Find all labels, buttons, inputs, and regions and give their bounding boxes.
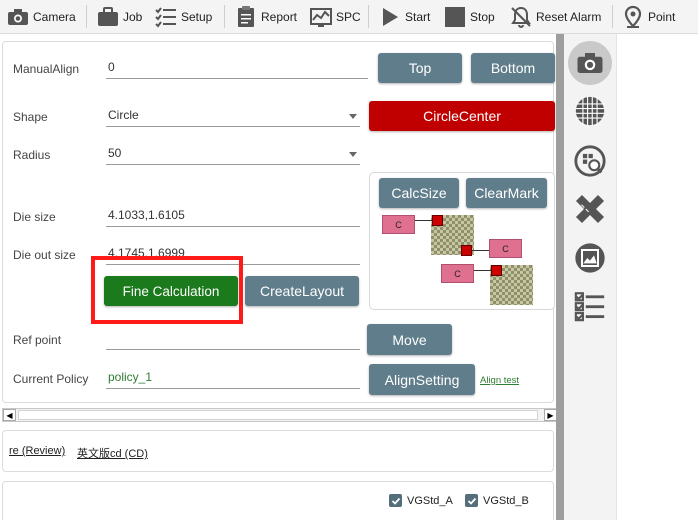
spc-label: SPC — [336, 9, 361, 24]
calc-size-button[interactable]: CalcSize — [379, 178, 459, 208]
align-setting-button[interactable]: AlignSetting — [369, 364, 475, 395]
pin-marker: C — [489, 239, 522, 258]
wafer-grid-icon — [575, 96, 605, 126]
setup-tool[interactable]: Setup — [154, 0, 212, 33]
toolbar-separator — [224, 5, 225, 28]
right-pane — [616, 34, 698, 520]
bell-off-icon — [511, 6, 531, 28]
die-size-label: Die size — [13, 210, 56, 224]
top-button[interactable]: Top — [378, 53, 462, 83]
stop-icon — [445, 6, 465, 27]
vgstd-b-label: VGStd_B — [483, 495, 529, 507]
map-pin-icon — [624, 5, 642, 28]
pin-marker: C — [382, 215, 415, 234]
pin-marker: C — [441, 264, 474, 283]
ref-point-label: Ref point — [13, 333, 62, 347]
job-label: Job — [123, 9, 143, 24]
point-label: Point — [648, 9, 676, 24]
shape-select[interactable]: Circle — [106, 105, 360, 127]
radius-label: Radius — [13, 148, 51, 162]
report-label: Report — [261, 9, 298, 24]
image-frame-icon — [575, 243, 605, 273]
manual-align-input[interactable]: 0 — [106, 57, 368, 79]
report-icon — [238, 5, 254, 27]
job-list-panel: re (Review) 英文版cd (CD) — [2, 430, 554, 472]
panel-splitter[interactable] — [556, 34, 564, 520]
camera-icon — [8, 8, 28, 25]
die-marker — [432, 215, 443, 226]
bottom-button[interactable]: Bottom — [471, 53, 555, 83]
job-tool[interactable]: Job — [96, 0, 142, 33]
ruler-pencil-icon — [575, 194, 605, 224]
vgstd-a-checkbox[interactable] — [389, 494, 402, 507]
scroll-left-arrow[interactable]: ◀ — [3, 409, 16, 421]
sidebar-checklist[interactable] — [570, 286, 610, 326]
scrollbar-thumb[interactable] — [18, 410, 538, 420]
stop-label: Stop — [470, 9, 495, 24]
start-label: Start — [405, 9, 431, 24]
die-layout-diagram: CalcSize ClearMark C C C — [369, 172, 555, 310]
checklist-icon — [155, 6, 176, 28]
reset-alarm-label: Reset Alarm — [536, 9, 602, 24]
shape-label: Shape — [13, 110, 48, 124]
current-policy-label: Current Policy — [13, 372, 89, 386]
die-out-size-label: Die out size — [13, 248, 76, 262]
create-layout-button[interactable]: CreateLayout — [245, 276, 359, 306]
camera-tool[interactable]: Camera — [6, 0, 76, 33]
toolbar-separator — [86, 5, 87, 28]
setup-label: Setup — [181, 9, 213, 24]
spc-chart-icon — [310, 7, 332, 27]
sidebar-camera[interactable] — [568, 41, 612, 85]
sidebar-tools[interactable] — [570, 189, 610, 229]
job-link-cd[interactable]: 英文版cd (CD) — [77, 445, 148, 461]
spc-tool[interactable]: SPC — [309, 0, 361, 33]
manual-align-label: ManualAlign — [13, 62, 80, 76]
play-icon — [383, 7, 398, 26]
right-sidebar — [564, 34, 616, 520]
sidebar-wafer-zoom[interactable] — [570, 141, 610, 181]
check-icon — [391, 497, 400, 505]
connector-line — [471, 250, 489, 251]
circle-center-button[interactable]: CircleCenter — [369, 101, 555, 131]
briefcase-icon — [98, 6, 118, 26]
current-policy-input[interactable]: policy_1 — [106, 367, 360, 389]
align-panel: ManualAlign 0 Top Bottom Shape Circle Ci… — [2, 41, 555, 403]
point-tool[interactable]: Point — [621, 0, 675, 33]
die-out-size-input[interactable]: 4.1745,1.6999 — [106, 243, 360, 265]
vgstd-a-label: VGStd_A — [407, 495, 453, 507]
ref-point-input[interactable] — [106, 328, 360, 350]
die-size-input[interactable]: 4.1033,1.6105 — [106, 205, 360, 227]
sidebar-image[interactable] — [570, 238, 610, 278]
radius-select[interactable]: 50 — [106, 143, 360, 165]
wafer-search-icon — [574, 145, 606, 177]
standards-panel: VGStd_A VGStd_B — [2, 481, 554, 520]
align-test-link[interactable]: Align test — [480, 375, 519, 386]
report-tool[interactable]: Report — [234, 0, 297, 33]
connector-line — [474, 270, 491, 271]
toolbar-separator — [368, 5, 369, 28]
die-marker — [491, 265, 502, 276]
connector-line — [415, 220, 432, 221]
clear-mark-button[interactable]: ClearMark — [466, 178, 547, 208]
camera-label: Camera — [33, 9, 76, 24]
horizontal-scrollbar[interactable]: ◀ ▶ — [2, 408, 558, 422]
fine-calculation-button[interactable]: Fine Calculation — [104, 276, 238, 306]
reset-alarm-tool[interactable]: Reset Alarm — [509, 0, 601, 33]
vgstd-b-checkbox[interactable] — [465, 494, 478, 507]
toolbar-separator — [612, 5, 613, 28]
stop-tool[interactable]: Stop — [443, 0, 495, 33]
toolbar: Camera Job Setup Report SPC Start Stop R… — [0, 0, 698, 34]
checklist-icon — [574, 292, 605, 322]
camera-icon — [577, 53, 603, 73]
check-icon — [467, 497, 476, 505]
sidebar-wafer-map[interactable] — [570, 91, 610, 131]
start-tool[interactable]: Start — [378, 0, 430, 33]
move-button[interactable]: Move — [367, 324, 452, 355]
job-link-review[interactable]: re (Review) — [9, 445, 65, 457]
